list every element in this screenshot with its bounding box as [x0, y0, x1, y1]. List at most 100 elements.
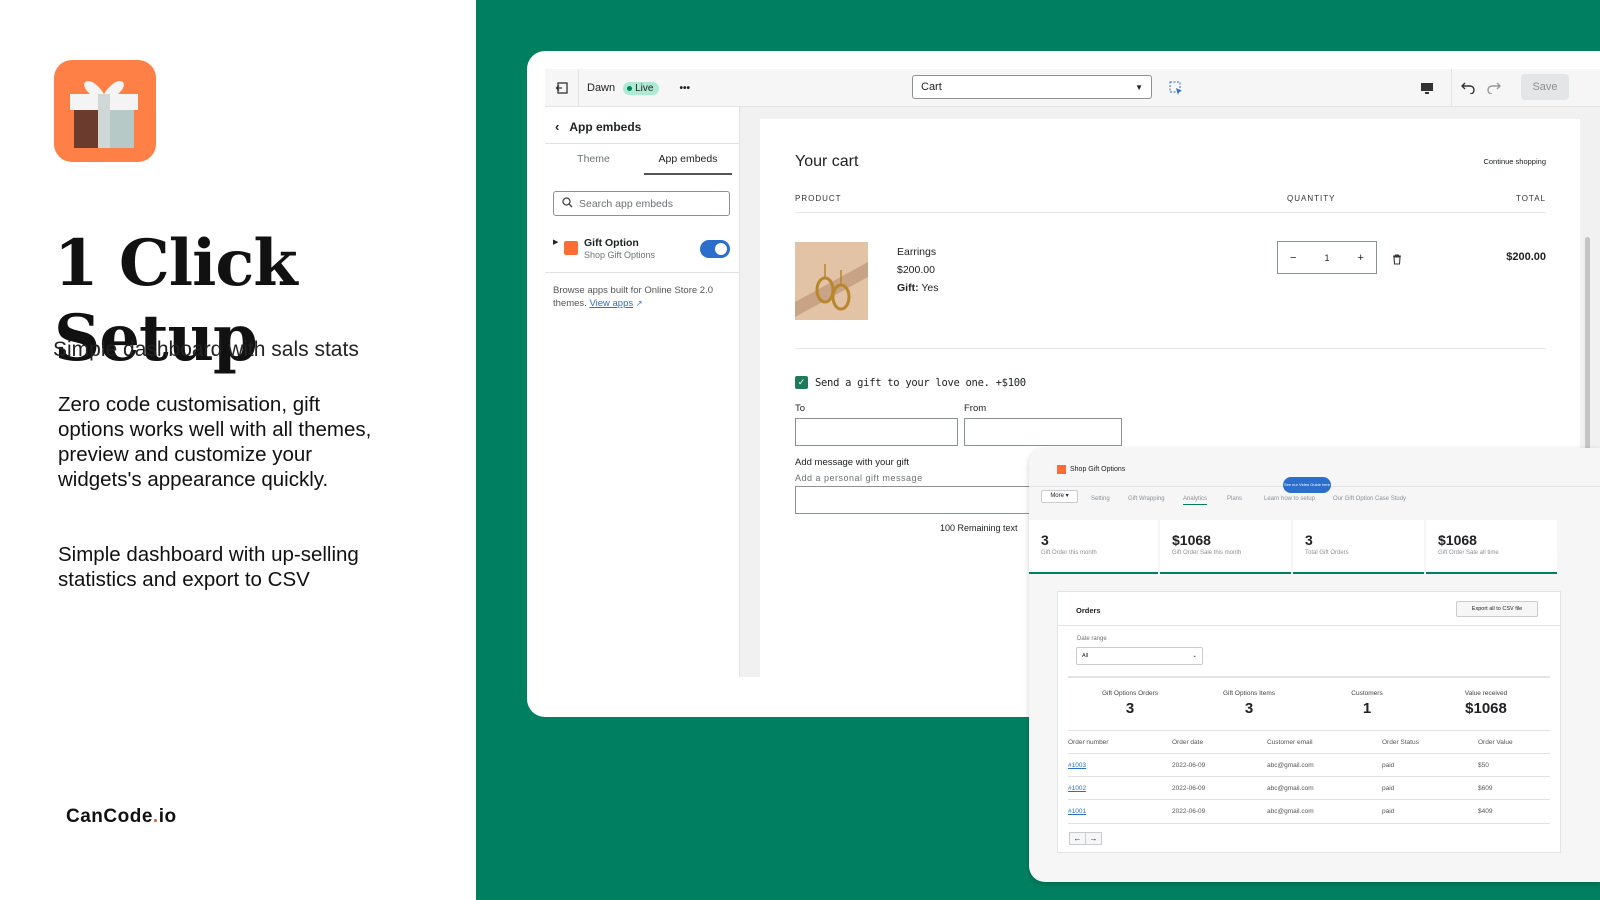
theme-info: Dawn Live •••	[578, 69, 690, 107]
summary-value-received: Value received $1068	[1441, 690, 1531, 717]
history-controls	[1451, 69, 1502, 107]
tab-analytics[interactable]: Analytics	[1183, 496, 1208, 505]
prev-page-button[interactable]: ←	[1069, 832, 1086, 845]
undo-icon[interactable]	[1460, 80, 1476, 97]
col-total: TOTAL	[1515, 194, 1546, 203]
search-placeholder: Search app embeds	[579, 197, 673, 210]
qty-value[interactable]: 1	[1324, 253, 1329, 263]
order-value: $609	[1478, 785, 1493, 792]
export-csv-button[interactable]: Export all to CSV file	[1456, 601, 1538, 617]
orders-card: Orders Export all to CSV file Date range…	[1058, 592, 1560, 852]
stat-card-3: 3 Total Gift Orders	[1293, 520, 1424, 574]
order-number-link[interactable]: #1001	[1068, 808, 1086, 815]
video-guide-tooltip[interactable]: See our Video Guide here	[1283, 477, 1331, 493]
to-label: To	[795, 403, 806, 414]
stat-value: 3	[1041, 532, 1049, 548]
gift-label: Gift:	[897, 282, 919, 294]
summary-value: 1	[1362, 700, 1372, 717]
order-value: $50	[1478, 762, 1489, 769]
gift-checkbox[interactable]: ✓	[795, 376, 808, 389]
exit-icon[interactable]	[551, 69, 573, 107]
to-input[interactable]	[795, 418, 958, 446]
summary-label: Gift Options Items	[1222, 690, 1276, 697]
gift-app-icon	[564, 241, 578, 255]
save-button[interactable]: Save	[1521, 74, 1569, 100]
inspector-icon[interactable]	[1165, 69, 1187, 107]
tab-learn-setup[interactable]: Learn how to setup	[1264, 496, 1315, 502]
cart-title: Your cart	[795, 153, 859, 170]
browse-text: Browse apps built for Online Store 2.0 t…	[553, 285, 714, 309]
remaining-text: 100 Remaining text	[940, 523, 1018, 533]
column-header: Order Status	[1382, 739, 1419, 746]
customer-email: abc@gmail.com	[1267, 785, 1314, 792]
live-badge-label: Live	[635, 82, 654, 94]
order-status: paid	[1382, 762, 1395, 769]
from-input[interactable]	[964, 418, 1122, 446]
analytics-dashboard: Shop Gift Options See our Video Guide he…	[1029, 448, 1600, 882]
feature-paragraph-1: Zero code customisation, gift options wo…	[58, 393, 372, 491]
continue-shopping-link[interactable]: Continue shopping	[1483, 157, 1546, 166]
customer-email: abc@gmail.com	[1267, 808, 1314, 815]
order-status: paid	[1382, 808, 1395, 815]
date-range-select[interactable]: All ⌄	[1076, 647, 1203, 665]
date-range-label: Date range	[1077, 636, 1107, 642]
tab-gift-wrapping[interactable]: Gift Wrapping	[1128, 496, 1165, 502]
column-header: Customer email	[1267, 739, 1313, 746]
col-quantity: QUANTITY	[1287, 194, 1336, 203]
table-row: #1002 2022-06-09 abc@gmail.com paid $609	[1068, 776, 1550, 799]
col-product: PRODUCT	[795, 194, 842, 203]
redo-icon[interactable]	[1486, 80, 1502, 97]
item-price: $200.00	[897, 264, 935, 276]
tab-case-study[interactable]: Our Gift Option Case Study	[1333, 496, 1406, 502]
expand-caret-icon[interactable]: ▶	[553, 238, 558, 246]
quantity-stepper[interactable]: − 1 +	[1277, 241, 1377, 274]
subtitle: Simple dashboard with sals stats	[53, 338, 359, 361]
editor-topbar: Dawn Live ••• Cart ▼ Save	[545, 69, 1600, 107]
stat-label: Total Gift Orders	[1305, 550, 1349, 556]
order-date: 2022-06-09	[1172, 762, 1206, 769]
editor-sidebar: ‹ App embeds Theme App embeds Search app…	[545, 107, 740, 677]
tab-plans[interactable]: Plans	[1227, 496, 1242, 502]
search-icon	[562, 196, 573, 211]
stat-label: Gift Order Sale all time	[1438, 550, 1499, 556]
gift-logo-icon	[54, 60, 156, 162]
tab-theme[interactable]: Theme	[545, 153, 642, 165]
gift-checkbox-label: Send a gift to your love one. +$100	[815, 377, 1026, 389]
desktop-preview-icon[interactable]	[1415, 69, 1439, 107]
summary-value: 3	[1244, 700, 1254, 717]
table-row: #1001 2022-06-09 abc@gmail.com paid $409	[1068, 799, 1550, 822]
tab-setting[interactable]: Setting	[1091, 496, 1110, 502]
product-image[interactable]	[795, 242, 868, 320]
embed-subtitle: Shop Gift Options	[584, 250, 656, 260]
brand-name: CanCode	[66, 806, 153, 827]
brand-tld: io	[158, 806, 177, 827]
gift-value: Yes	[921, 282, 939, 294]
summary-items: Gift Options Items 3	[1204, 690, 1294, 717]
table-row: #1003 2022-06-09 abc@gmail.com paid $50	[1068, 753, 1550, 776]
order-number-link[interactable]: #1002	[1068, 785, 1086, 792]
date-range-value: All	[1082, 653, 1089, 659]
stat-label: Gift Order this month	[1041, 550, 1097, 556]
summary-customers: Customers 1	[1322, 690, 1412, 717]
summary-value: $1068	[1465, 700, 1507, 717]
embed-name: Gift Option	[584, 237, 639, 249]
orders-title: Orders	[1076, 606, 1101, 615]
view-apps-link[interactable]: View apps	[589, 298, 633, 309]
chevron-down-icon: ▼	[1135, 82, 1143, 92]
more-actions-button[interactable]: •••	[679, 83, 690, 94]
page-select[interactable]: Cart ▼	[912, 75, 1152, 99]
trash-icon[interactable]	[1392, 252, 1402, 270]
back-arrow-icon[interactable]: ‹	[555, 119, 559, 134]
embed-toggle[interactable]	[700, 240, 730, 258]
search-app-embeds-input[interactable]: Search app embeds	[553, 191, 730, 216]
order-number-link[interactable]: #1003	[1068, 762, 1086, 769]
tab-app-embeds[interactable]: App embeds	[644, 153, 732, 175]
stat-card-4: $1068 Gift Order Sale all time	[1426, 520, 1557, 574]
qty-plus-button[interactable]: +	[1358, 252, 1364, 264]
qty-minus-button[interactable]: −	[1290, 252, 1296, 264]
live-badge: Live	[623, 81, 660, 95]
pagination: ← →	[1069, 832, 1102, 845]
app-name: Shop Gift Options	[1070, 466, 1126, 473]
next-page-button[interactable]: →	[1085, 832, 1102, 845]
summary-label: Customers	[1351, 690, 1383, 697]
